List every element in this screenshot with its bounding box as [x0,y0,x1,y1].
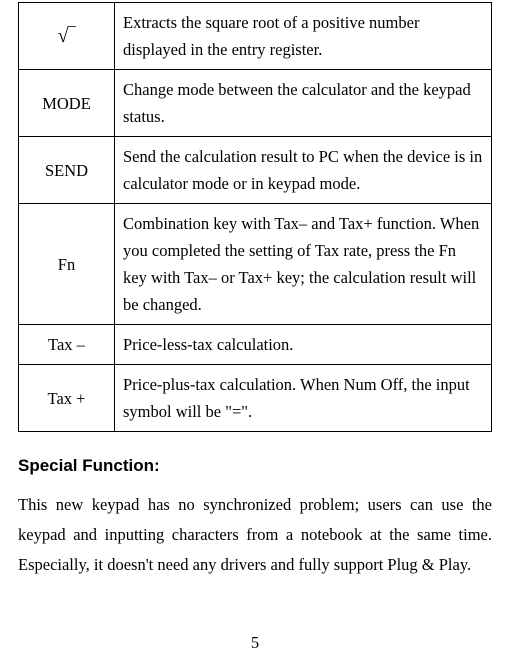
key-description: Send the calculation result to PC when t… [115,137,492,204]
table-row: Tax + Price-plus-tax calculation. When N… [19,365,492,432]
key-label: SEND [19,137,115,204]
section-heading: Special Function: [18,456,492,476]
key-description: Combination key with Tax– and Tax+ funct… [115,204,492,325]
section-paragraph: This new keypad has no synchronized prob… [18,490,492,580]
key-label: MODE [19,70,115,137]
key-label: √‾ [58,25,76,47]
table-row: MODE Change mode between the calculator … [19,70,492,137]
functions-table: √‾ Extracts the square root of a positiv… [18,2,492,432]
table-row: Tax – Price-less-tax calculation. [19,325,492,365]
table-row: Fn Combination key with Tax– and Tax+ fu… [19,204,492,325]
key-description: Change mode between the calculator and t… [115,70,492,137]
key-label: Tax + [19,365,115,432]
key-description: Price-plus-tax calculation. When Num Off… [115,365,492,432]
page-number: 5 [0,633,510,653]
key-label: Fn [19,204,115,325]
table-row: √‾ Extracts the square root of a positiv… [19,3,492,70]
key-description: Price-less-tax calculation. [115,325,492,365]
key-label: Tax – [19,325,115,365]
key-description: Extracts the square root of a positive n… [115,3,492,70]
table-row: SEND Send the calculation result to PC w… [19,137,492,204]
